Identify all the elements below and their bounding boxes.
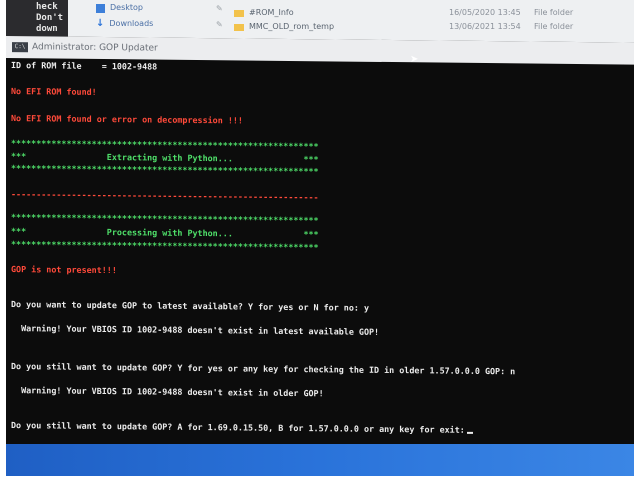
nav-item-desktop[interactable]: Desktop (96, 0, 206, 16)
pin-icon: ✎ (216, 20, 223, 29)
console-line: ****************************************… (11, 138, 319, 152)
folder-icon (234, 23, 244, 31)
text-cursor (466, 431, 473, 434)
nav-item-label: Desktop (110, 3, 143, 12)
file-name: #ROM_Info (249, 8, 294, 17)
console-line: GOP is not present!!! (11, 264, 117, 276)
file-list: #ROM_Info 16/05/2020 13:45 File folder M… (234, 6, 634, 34)
file-row[interactable]: #ROM_Info 16/05/2020 13:45 File folder (234, 6, 634, 20)
download-arrow-icon: ↓ (96, 18, 105, 29)
console-output[interactable]: ID of ROM file = 1002-9488 No EFI ROM fo… (9, 58, 631, 451)
nav-item-label: Downloads (109, 19, 154, 28)
folder-icon (234, 9, 244, 17)
console-line: ****************************************… (11, 212, 319, 226)
cmd-window[interactable]: C:\ Administrator: GOP Updater ID of ROM… (6, 36, 634, 451)
console-line: Warning! Your VBIOS ID 1002-9488 doesn't… (11, 385, 324, 399)
file-date: 13/06/2021 13:54 (449, 22, 521, 31)
console-line: *** Extracting with Python... *** (11, 151, 319, 165)
cmd-window-icon: C:\ (12, 42, 28, 53)
console-line: No EFI ROM found or error on decompressi… (11, 113, 243, 126)
file-type: File folder (534, 8, 574, 17)
folder-icon (96, 3, 105, 13)
mouse-pointer-icon: ➤ (410, 54, 419, 65)
left-text-line: down (36, 24, 58, 34)
photo-frame: heck Don't down Desktop ↓ Downloads ✎ ✎ … (6, 0, 634, 476)
console-line: *** Processing with Python... *** (11, 226, 319, 240)
nav-item-downloads[interactable]: ↓ Downloads (96, 16, 206, 32)
console-prompt-line: Do you still want to update GOP? A for 1… (11, 420, 473, 435)
console-line: ----------------------------------------… (11, 189, 319, 203)
window-title: Administrator: GOP Updater (32, 42, 158, 54)
console-line: No EFI ROM found! (11, 86, 97, 97)
file-name: MMC_OLD_rom_temp (249, 22, 335, 31)
left-text-line: heck (36, 2, 58, 12)
console-line: ****************************************… (11, 163, 319, 177)
console-line: ****************************************… (11, 239, 319, 253)
file-type: File folder (534, 22, 574, 31)
taskbar[interactable] (6, 444, 634, 476)
console-prompt-text: Do you still want to update GOP? A for 1… (11, 420, 465, 435)
file-date: 16/05/2020 13:45 (449, 8, 521, 17)
console-line: Do you want to update GOP to latest avai… (11, 299, 369, 313)
file-row[interactable]: MMC_OLD_rom_temp 13/06/2021 13:54 File f… (234, 20, 634, 34)
pin-icon: ✎ (216, 4, 223, 13)
console-line: Warning! Your VBIOS ID 1002-9488 doesn't… (11, 323, 380, 337)
left-text-line: Don't (36, 13, 64, 23)
console-line: Do you still want to update GOP? Y for y… (11, 361, 516, 377)
console-line: ID of ROM file = 1002-9488 (11, 60, 158, 72)
